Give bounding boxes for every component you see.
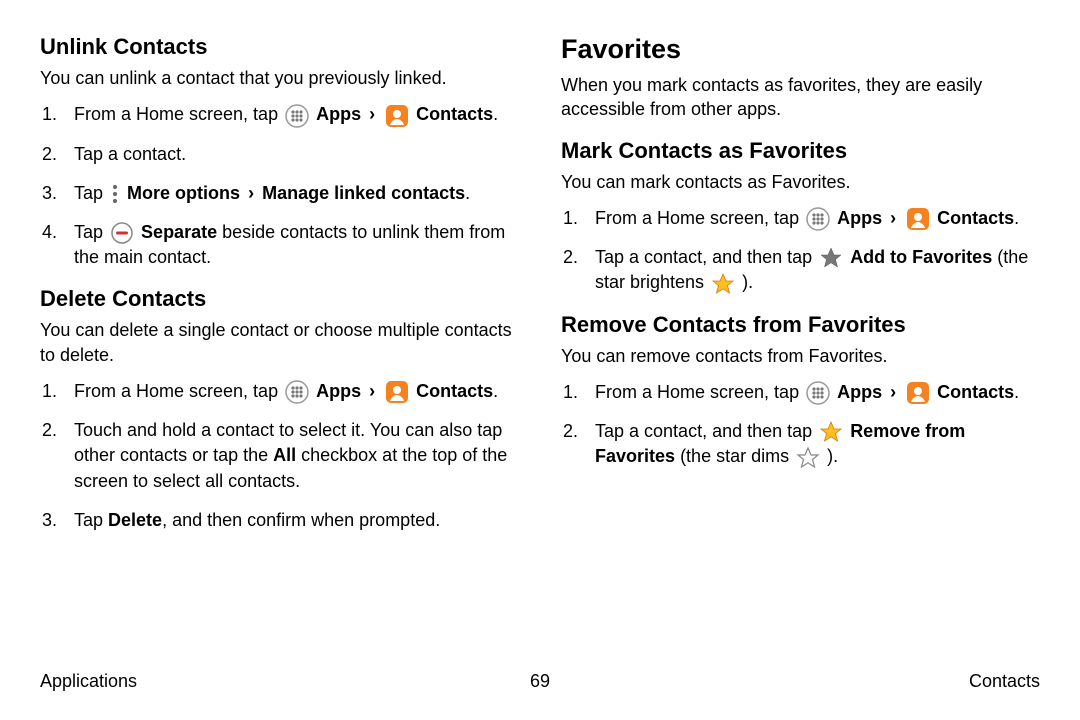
text: (the star dims xyxy=(680,446,794,466)
unlink-heading: Unlink Contacts xyxy=(40,34,519,60)
delete-heading: Delete Contacts xyxy=(40,286,519,312)
text: Tap a contact, and then tap xyxy=(595,247,817,267)
unlink-steps: From a Home screen, tap Apps › Contacts.… xyxy=(40,102,519,270)
unlink-intro: You can unlink a contact that you previo… xyxy=(40,66,519,90)
separate-label: Separate xyxy=(141,222,217,242)
all-label: All xyxy=(273,445,296,465)
footer-right: Contacts xyxy=(969,671,1040,692)
text: . xyxy=(493,381,498,401)
list-item: Tap Separate beside contacts to unlink t… xyxy=(68,220,519,270)
contacts-icon xyxy=(906,207,930,231)
breadcrumb-separator: › xyxy=(890,206,896,231)
text: ). xyxy=(742,272,753,292)
apps-label: Apps xyxy=(837,382,882,402)
more-options-icon xyxy=(110,183,120,205)
apps-icon xyxy=(806,207,830,231)
remove-intro: You can remove contacts from Favorites. xyxy=(561,344,1040,368)
apps-icon xyxy=(285,104,309,128)
apps-icon xyxy=(285,380,309,404)
delete-intro: You can delete a single contact or choos… xyxy=(40,318,519,367)
text: . xyxy=(1014,382,1019,402)
list-item: From a Home screen, tap Apps › Contacts. xyxy=(589,206,1040,231)
remove-steps: From a Home screen, tap Apps › Contacts.… xyxy=(561,380,1040,470)
mark-intro: You can mark contacts as Favorites. xyxy=(561,170,1040,194)
text: Tap xyxy=(74,222,108,242)
list-item: From a Home screen, tap Apps › Contacts. xyxy=(68,379,519,404)
text: beside contacts to unlink them from the … xyxy=(74,222,505,267)
left-column: Unlink Contacts You can unlink a contact… xyxy=(40,34,519,547)
text: . xyxy=(493,104,498,124)
separate-icon xyxy=(110,221,134,245)
page-number: 69 xyxy=(530,671,550,692)
star-gold-icon xyxy=(711,272,735,296)
remove-heading: Remove Contacts from Favorites xyxy=(561,312,1040,338)
more-options-label: More options xyxy=(127,183,240,203)
contacts-label: Contacts xyxy=(416,104,493,124)
text: . xyxy=(1014,208,1019,228)
breadcrumb-separator: › xyxy=(890,380,896,405)
breadcrumb-separator: › xyxy=(369,379,375,404)
footer-left: Applications xyxy=(40,671,137,692)
favorites-heading: Favorites xyxy=(561,34,1040,65)
contacts-label: Contacts xyxy=(416,381,493,401)
text: From a Home screen, tap xyxy=(74,104,283,124)
list-item: From a Home screen, tap Apps › Contacts. xyxy=(68,102,519,127)
contacts-icon xyxy=(906,381,930,405)
text: Tap a contact. xyxy=(74,144,186,164)
star-gold-icon xyxy=(819,420,843,444)
text: Tap xyxy=(74,510,108,530)
add-to-favorites-label: Add to Favorites xyxy=(850,247,992,267)
list-item: Tap More options › Manage linked contact… xyxy=(68,181,519,206)
apps-label: Apps xyxy=(316,381,361,401)
page-footer: Applications 69 Contacts xyxy=(40,671,1040,692)
list-item: Tap Delete, and then confirm when prompt… xyxy=(68,508,519,533)
list-item: From a Home screen, tap Apps › Contacts. xyxy=(589,380,1040,405)
manual-page: Unlink Contacts You can unlink a contact… xyxy=(0,0,1080,720)
apps-icon xyxy=(806,381,830,405)
list-item: Touch and hold a contact to select it. Y… xyxy=(68,418,519,494)
list-item: Tap a contact, and then tap Add to Favor… xyxy=(589,245,1040,296)
mark-heading: Mark Contacts as Favorites xyxy=(561,138,1040,164)
contacts-label: Contacts xyxy=(937,208,1014,228)
text: ). xyxy=(827,446,838,466)
text: , and then confirm when prompted. xyxy=(162,510,440,530)
text: From a Home screen, tap xyxy=(74,381,283,401)
list-item: Tap a contact, and then tap Remove from … xyxy=(589,419,1040,470)
contacts-icon xyxy=(385,104,409,128)
delete-label: Delete xyxy=(108,510,162,530)
breadcrumb-separator: › xyxy=(248,181,254,206)
text: . xyxy=(465,183,470,203)
apps-label: Apps xyxy=(316,104,361,124)
right-column: Favorites When you mark contacts as favo… xyxy=(561,34,1040,547)
text: From a Home screen, tap xyxy=(595,208,804,228)
delete-steps: From a Home screen, tap Apps › Contacts.… xyxy=(40,379,519,533)
list-item: Tap a contact. xyxy=(68,142,519,167)
apps-label: Apps xyxy=(837,208,882,228)
manage-linked-label: Manage linked contacts xyxy=(262,183,465,203)
star-grey-icon xyxy=(796,446,820,470)
star-grey-icon xyxy=(819,246,843,270)
contacts-icon xyxy=(385,380,409,404)
breadcrumb-separator: › xyxy=(369,102,375,127)
mark-steps: From a Home screen, tap Apps › Contacts.… xyxy=(561,206,1040,296)
text: Tap xyxy=(74,183,108,203)
text: From a Home screen, tap xyxy=(595,382,804,402)
contacts-label: Contacts xyxy=(937,382,1014,402)
text: Tap a contact, and then tap xyxy=(595,421,817,441)
favorites-intro: When you mark contacts as favorites, the… xyxy=(561,73,1040,122)
